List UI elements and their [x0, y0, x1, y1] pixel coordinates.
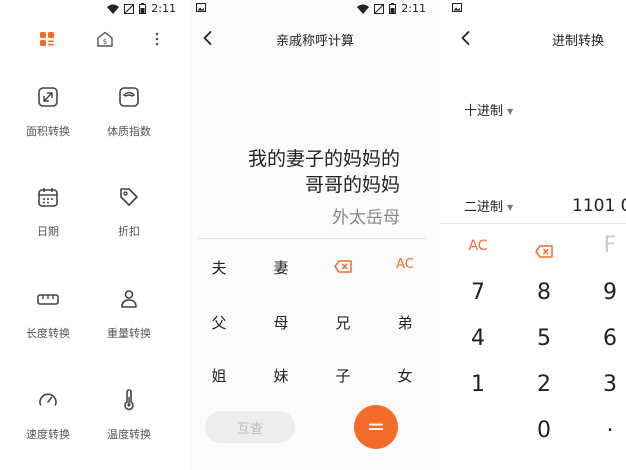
- key-mother[interactable]: 母: [256, 312, 306, 333]
- tool-label: 重量转换: [107, 327, 151, 340]
- key-backspace[interactable]: [318, 257, 368, 275]
- divider: [198, 238, 426, 239]
- key-5[interactable]: 5: [514, 326, 574, 351]
- key-elder-sister[interactable]: 姐: [194, 365, 244, 386]
- equals-button[interactable]: =: [354, 405, 398, 449]
- key-daughter[interactable]: 女: [380, 365, 430, 386]
- key-8[interactable]: 8: [514, 280, 574, 305]
- base-conversion-panel: 进制转换 十进制 ▼ 二进制 ▼ 1101 0 AC F 7 8 9 4 5 6 1…: [440, 0, 626, 470]
- header: 亲戚称呼计算: [190, 28, 440, 50]
- tool-label: 面积转换: [26, 125, 70, 138]
- key-younger-brother[interactable]: 弟: [380, 312, 430, 333]
- key-hex-f[interactable]: F: [580, 233, 626, 258]
- tool-label: 温度转换: [107, 428, 151, 441]
- expression-display: 我的妻子的妈妈的 哥哥的妈妈: [200, 146, 400, 198]
- battery-icon: [389, 3, 397, 14]
- key-all-clear[interactable]: AC: [380, 257, 430, 272]
- person-icon: [121, 290, 137, 308]
- binary-result: 1101 0: [572, 196, 626, 216]
- key-all-clear[interactable]: AC: [448, 238, 508, 254]
- wifi-icon: [357, 4, 370, 14]
- categories-icon[interactable]: [36, 28, 58, 50]
- wifi-icon: [107, 4, 120, 14]
- tool-label: 长度转换: [26, 327, 70, 340]
- tool-temperature-conversion[interactable]: 温度转换: [89, 388, 169, 442]
- key-backspace[interactable]: [514, 238, 574, 263]
- tool-discount[interactable]: 折扣: [89, 185, 169, 239]
- calendar-icon: [38, 188, 58, 207]
- no-signal-icon: [124, 3, 135, 14]
- status-time: 2:11: [401, 2, 426, 15]
- key-son[interactable]: 子: [318, 365, 368, 386]
- tool-bmi[interactable]: 体质指数: [89, 85, 169, 139]
- key-younger-sister[interactable]: 妹: [256, 365, 306, 386]
- page-title: 进制转换: [551, 34, 604, 49]
- dropdown-caret-icon: ▼: [507, 107, 514, 116]
- svg-text:$: $: [103, 38, 107, 46]
- thermometer-icon: [124, 389, 134, 411]
- key-4[interactable]: 4: [448, 326, 508, 351]
- tool-speed-conversion[interactable]: 速度转换: [8, 388, 88, 442]
- tag-icon: [120, 188, 138, 206]
- tool-label: 折扣: [118, 225, 140, 238]
- image-notification-icon: [196, 3, 206, 12]
- key-decimal-point[interactable]: .: [580, 412, 626, 437]
- backspace-icon: [334, 260, 352, 273]
- relative-calculator-panel: 2:11 亲戚称呼计算 我的妻子的妈妈的 哥哥的妈妈 外太岳母 夫 妻 AC 父…: [190, 0, 440, 470]
- result-display: 外太岳母: [332, 208, 400, 228]
- key-wife[interactable]: 妻: [256, 257, 306, 278]
- ruler-icon: [37, 294, 59, 305]
- more-options-icon[interactable]: [146, 28, 168, 50]
- dropdown-caret-icon: ▼: [507, 203, 514, 212]
- tool-length-conversion[interactable]: 长度转换: [8, 287, 88, 341]
- tool-weight-conversion[interactable]: 重量转换: [89, 287, 169, 341]
- status-bar: [440, 0, 626, 18]
- tool-date[interactable]: 日期: [8, 185, 88, 239]
- key-father[interactable]: 父: [194, 312, 244, 333]
- image-notification-icon: [452, 3, 462, 12]
- key-3[interactable]: 3: [580, 372, 626, 397]
- key-1[interactable]: 1: [448, 372, 508, 397]
- key-2[interactable]: 2: [514, 372, 574, 397]
- expression-line: 哥哥的妈妈: [304, 174, 400, 196]
- tools-panel: 2:11 $ 面积转换 体质指数 日期 折扣 长度转换 重量转换 速度转换 温度…: [0, 0, 190, 470]
- back-arrow-icon[interactable]: [456, 28, 476, 48]
- tool-area-conversion[interactable]: 面积转换: [8, 85, 88, 139]
- key-elder-brother[interactable]: 兄: [318, 312, 368, 333]
- expression-line: 我的妻子的妈妈的: [247, 148, 400, 170]
- top-toolbar: $: [0, 28, 190, 52]
- key-9[interactable]: 9: [580, 280, 626, 305]
- key-0[interactable]: 0: [514, 418, 574, 443]
- to-base-selector[interactable]: 二进制 ▼: [464, 196, 513, 215]
- header: 进制转换: [440, 28, 626, 50]
- key-6[interactable]: 6: [580, 326, 626, 351]
- currency-house-icon[interactable]: $: [94, 28, 116, 50]
- divider: [440, 223, 626, 224]
- page-title: 亲戚称呼计算: [275, 34, 354, 49]
- tool-label: 日期: [37, 225, 59, 238]
- mutual-lookup-button[interactable]: 互查: [205, 411, 295, 443]
- backspace-icon: [535, 244, 553, 258]
- area-expand-icon: [38, 87, 58, 107]
- no-signal-icon: [374, 3, 385, 14]
- key-7[interactable]: 7: [448, 280, 508, 305]
- scale-icon: [119, 87, 139, 107]
- from-base-selector[interactable]: 十进制 ▼: [464, 100, 513, 119]
- to-base-label: 二进制: [464, 200, 504, 215]
- from-base-label: 十进制: [464, 104, 504, 119]
- battery-icon: [139, 3, 147, 14]
- tool-label: 速度转换: [26, 428, 70, 441]
- speedometer-icon: [39, 393, 57, 406]
- key-husband[interactable]: 夫: [194, 257, 244, 278]
- status-time: 2:11: [151, 2, 176, 15]
- tool-label: 体质指数: [107, 125, 151, 138]
- status-bar: 2:11: [0, 0, 190, 18]
- status-bar: 2:11: [190, 0, 440, 18]
